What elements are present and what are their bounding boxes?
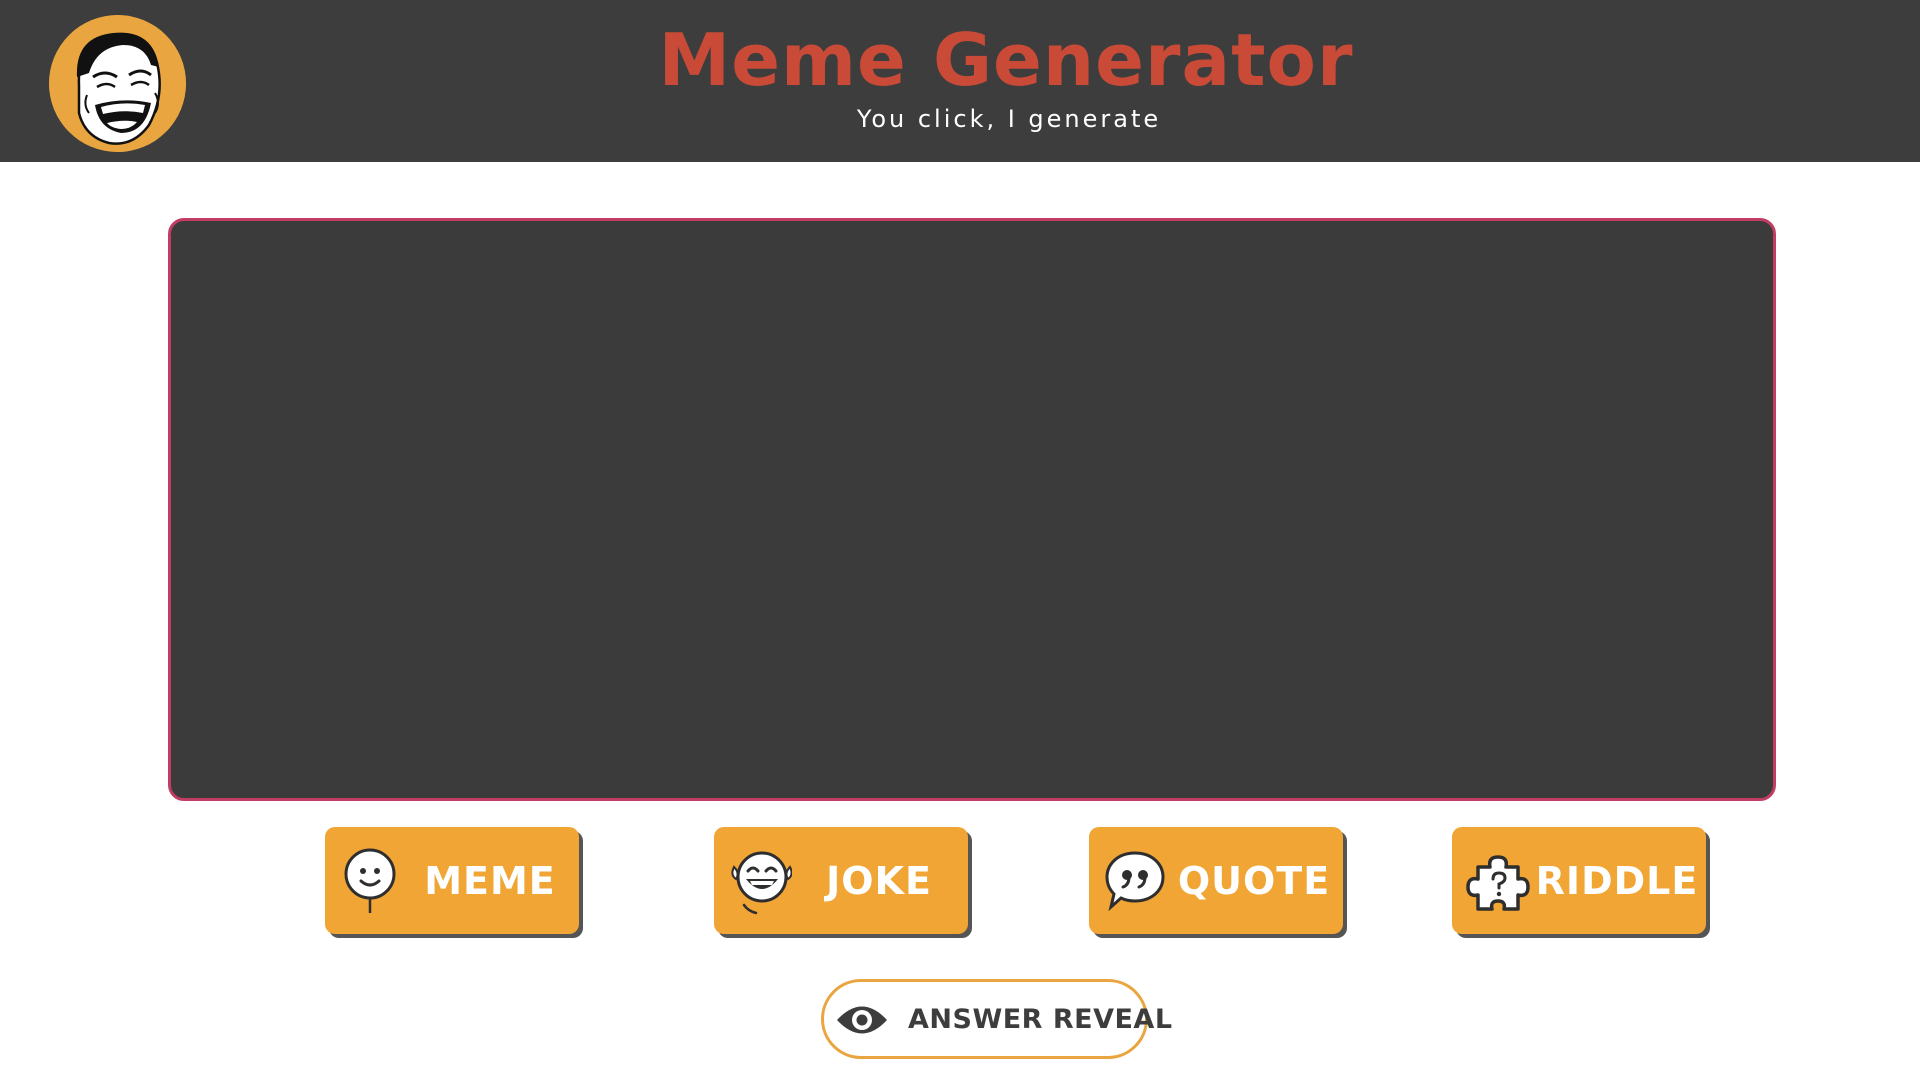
page-subtitle: You click, I generate bbox=[856, 105, 1162, 133]
meme-button[interactable]: MEME bbox=[325, 827, 579, 934]
riddle-button[interactable]: RIDDLE bbox=[1452, 827, 1706, 934]
page-title: Meme Generator bbox=[658, 18, 1354, 102]
joke-button-label: JOKE bbox=[826, 858, 932, 903]
quote-bubble-icon bbox=[1103, 847, 1167, 915]
riddle-button-label: RIDDLE bbox=[1535, 858, 1699, 903]
puzzle-question-icon bbox=[1466, 847, 1530, 915]
header: Meme Generator You click, I generate bbox=[0, 0, 1920, 162]
answer-reveal-button[interactable]: ANSWER REVEAL bbox=[821, 979, 1172, 1059]
answer-reveal-label: ANSWER REVEAL bbox=[908, 1003, 1173, 1035]
smiley-balloon-icon bbox=[339, 847, 403, 915]
meme-button-label: MEME bbox=[424, 858, 556, 903]
quote-button[interactable]: QUOTE bbox=[1089, 827, 1343, 934]
quote-button-label: QUOTE bbox=[1177, 858, 1331, 903]
eye-icon bbox=[834, 995, 890, 1045]
content-display-panel bbox=[168, 218, 1776, 801]
joke-button[interactable]: JOKE bbox=[714, 827, 968, 934]
laughing-emoji-icon bbox=[728, 847, 792, 915]
